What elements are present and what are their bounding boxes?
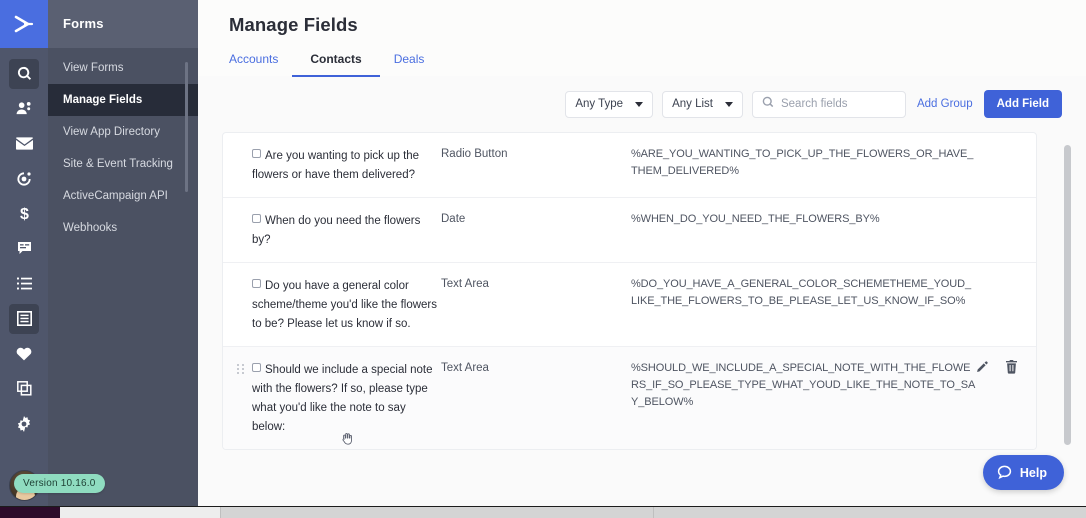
rail-item-search[interactable] xyxy=(0,56,48,91)
rail-item-forms[interactable] xyxy=(0,301,48,336)
field-personalization-tag: %WHEN_DO_YOU_NEED_THE_FLOWERS_BY% xyxy=(631,211,1036,249)
search-input[interactable] xyxy=(781,98,893,110)
field-label: Should we include a special note with th… xyxy=(252,364,433,433)
type-filter-dropdown[interactable]: Any Type xyxy=(565,91,653,118)
row-checkbox[interactable] xyxy=(252,149,261,158)
sidebar-item-site-event-tracking[interactable]: Site & Event Tracking xyxy=(48,148,198,180)
table-row: Are you wanting to pick up the flowers o… xyxy=(223,133,1036,198)
sidebar-item-view-forms[interactable]: View Forms xyxy=(48,52,198,84)
copy-icon xyxy=(9,374,39,404)
rail-item-conversations[interactable] xyxy=(0,231,48,266)
page-scrollbar-thumb[interactable] xyxy=(1064,145,1071,445)
taskbar-window-segment xyxy=(221,507,653,518)
heart-icon xyxy=(9,339,39,369)
row-checkbox[interactable] xyxy=(252,363,261,372)
trash-icon[interactable] xyxy=(1005,360,1018,374)
rail-item-deals[interactable]: $ xyxy=(0,196,48,231)
row-checkbox[interactable] xyxy=(252,279,261,288)
field-personalization-tag: %ARE_YOU_WANTING_TO_PICK_UP_THE_FLOWERS_… xyxy=(631,146,1036,184)
rail-item-templates[interactable] xyxy=(0,371,48,406)
search-icon xyxy=(9,59,39,89)
table-row: When do you need the flowers by? Date %W… xyxy=(223,198,1036,263)
sidebar-item-webhooks[interactable]: Webhooks xyxy=(48,212,198,244)
type-filter-value: Any Type xyxy=(575,98,623,110)
fields-table: Are you wanting to pick up the flowers o… xyxy=(222,132,1037,450)
tab-accounts[interactable]: Accounts xyxy=(229,52,292,77)
conversations-icon xyxy=(9,234,39,264)
rail-item-list: $ xyxy=(0,48,48,441)
sidebar-item-manage-fields[interactable]: Manage Fields xyxy=(48,84,198,116)
field-type: Radio Button xyxy=(441,146,631,184)
table-row: Should we include a special note with th… xyxy=(223,347,1036,449)
version-tooltip: Version 10.16.0 xyxy=(14,474,105,493)
field-label-cell: Are you wanting to pick up the flowers o… xyxy=(223,146,441,184)
os-taskbar xyxy=(0,506,1086,518)
automations-icon xyxy=(9,164,39,194)
envelope-icon xyxy=(9,129,39,159)
rail-item-lists[interactable] xyxy=(0,266,48,301)
add-group-button[interactable]: Add Group xyxy=(915,98,975,110)
list-filter-dropdown[interactable]: Any List xyxy=(662,91,743,118)
row-action-group xyxy=(976,360,1018,374)
rail-item-campaigns[interactable] xyxy=(0,126,48,161)
search-fields-box[interactable] xyxy=(752,91,906,118)
table-row: Do you have a general color scheme/theme… xyxy=(223,263,1036,347)
contacts-icon xyxy=(9,94,39,124)
forms-icon xyxy=(9,304,39,334)
rail-item-favorites[interactable] xyxy=(0,336,48,371)
drag-handle-icon[interactable] xyxy=(237,364,244,375)
add-field-button[interactable]: Add Field xyxy=(984,90,1062,118)
icon-rail: $ xyxy=(0,0,48,506)
field-label-cell: Should we include a special note with th… xyxy=(223,360,441,436)
rail-item-contacts[interactable] xyxy=(0,91,48,126)
application-window: $ Version 10.16.0 Forms View Forms Manag… xyxy=(0,0,1086,518)
chat-bubble-icon xyxy=(997,465,1012,480)
activecampaign-chevron-logo-icon[interactable] xyxy=(0,0,48,48)
lists-icon xyxy=(9,269,39,299)
sidebar-section-title: Forms xyxy=(48,0,198,48)
mouse-cursor-grab-icon xyxy=(341,432,354,445)
pencil-icon[interactable] xyxy=(976,361,989,374)
page-title: Manage Fields xyxy=(229,14,358,36)
field-type: Text Area xyxy=(441,360,631,436)
gear-icon xyxy=(9,409,39,439)
main-content: ... ...... .......... Manage Fields Acco… xyxy=(198,0,1086,506)
rail-item-automations[interactable] xyxy=(0,161,48,196)
chevron-down-icon xyxy=(725,102,733,107)
page-scrollbar[interactable] xyxy=(1064,60,1071,500)
tab-bar: Accounts Contacts Deals xyxy=(229,52,438,77)
fields-toolbar: Any Type Any List Add Group Add Field xyxy=(198,78,1086,130)
field-personalization-tag: %DO_YOU_HAVE_A_GENERAL_COLOR_SCHEMETHEME… xyxy=(631,276,1036,333)
search-icon xyxy=(762,95,774,113)
sidebar-scrollbar[interactable] xyxy=(185,62,188,192)
taskbar-gap xyxy=(60,507,220,518)
row-checkbox[interactable] xyxy=(252,214,261,223)
page-header: Manage Fields Accounts Contacts Deals xyxy=(198,0,1086,76)
rail-item-settings[interactable] xyxy=(0,406,48,441)
chevron-down-icon xyxy=(635,102,643,107)
field-label-cell: When do you need the flowers by? xyxy=(223,211,441,249)
svg-text:$: $ xyxy=(20,206,29,222)
list-filter-value: Any List xyxy=(672,98,713,110)
field-type: Date xyxy=(441,211,631,249)
sidebar-item-view-app-directory[interactable]: View App Directory xyxy=(48,116,198,148)
field-label-cell: Do you have a general color scheme/theme… xyxy=(223,276,441,333)
field-label: Are you wanting to pick up the flowers o… xyxy=(252,150,419,181)
field-label: When do you need the flowers by? xyxy=(252,215,420,246)
sidebar-item-activecampaign-api[interactable]: ActiveCampaign API xyxy=(48,180,198,212)
tab-deals[interactable]: Deals xyxy=(380,52,439,77)
tab-contacts[interactable]: Contacts xyxy=(292,52,379,77)
help-button-label: Help xyxy=(1020,466,1047,480)
field-type: Text Area xyxy=(441,276,631,333)
dollar-icon: $ xyxy=(9,199,39,229)
help-button[interactable]: Help xyxy=(983,455,1064,490)
field-label: Do you have a general color scheme/theme… xyxy=(252,280,437,330)
taskbar-terminal-segment xyxy=(0,507,60,518)
taskbar-window-segment xyxy=(654,507,1086,518)
secondary-sidebar: Forms View Forms Manage Fields View App … xyxy=(48,0,198,506)
sidebar-nav-list: View Forms Manage Fields View App Direct… xyxy=(48,48,198,244)
